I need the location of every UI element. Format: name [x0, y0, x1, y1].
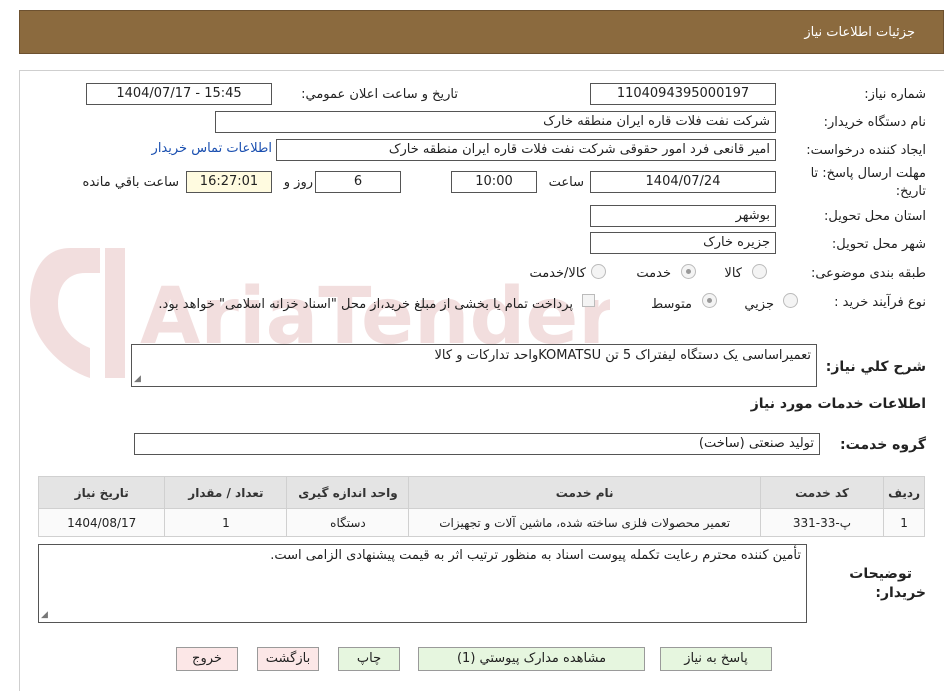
col-qty-header: تعداد / مقدار — [164, 476, 288, 509]
exit-button[interactable]: خروج — [176, 647, 238, 671]
process-radio-medium[interactable] — [702, 293, 717, 308]
service-group-label: گروه خدمت: — [840, 437, 926, 453]
category-option-goods: کالا — [724, 266, 742, 281]
page-header: جزئیات اطلاعات نیاز — [19, 10, 944, 54]
attachments-button[interactable]: مشاهده مدارک پیوستي (1) — [418, 647, 645, 671]
need-number-field: 1104094395000197 — [590, 83, 776, 105]
city-label: شهر محل تحویل: — [831, 237, 926, 252]
buyer-contact-link[interactable]: اطلاعات تماس خریدار — [152, 141, 272, 156]
resize-grip-icon[interactable]: ◢ — [41, 610, 48, 620]
deadline-label: مهلت ارسال پاسخ: تا — [810, 166, 926, 181]
cell-date: 1404/08/17 — [37, 508, 166, 537]
treasury-checkbox[interactable] — [582, 294, 595, 307]
province-label: استان محل تحویل: — [824, 209, 926, 224]
need-number-label: شماره نیاز: — [864, 87, 926, 102]
category-radio-service[interactable] — [681, 264, 696, 279]
remaining-time-field: 16:27:01 — [186, 171, 272, 193]
reply-button[interactable]: پاسخ به نیاز — [660, 647, 772, 671]
cell-code: پ-33-331 — [759, 508, 885, 537]
summary-textarea[interactable]: تعمیراساسی یک دستگاه لیفتراک 5 تن KOMATS… — [131, 344, 817, 387]
buyer-notes-label-2: خریدار: — [875, 585, 926, 601]
col-name-header: نام خدمت — [408, 476, 761, 509]
deadline-date-field: 1404/07/24 — [590, 171, 776, 193]
services-table: ردیف کد خدمت نام خدمت واحد اندازه گیری ت… — [37, 476, 925, 537]
process-label: نوع فرآیند خرید : — [834, 295, 926, 310]
buyer-notes-textarea[interactable]: تأمین کننده محترم رعایت تکمله پیوست اسنا… — [38, 544, 807, 623]
requester-field: امیر قانعی فرد امور حقوقی شرکت نفت فلات … — [276, 139, 776, 161]
buyer-org-label: نام دستگاه خریدار: — [823, 115, 926, 130]
deadline-label-date: تاریخ: — [895, 184, 926, 199]
announce-date-field: 1404/07/17 - 15:45 — [86, 83, 272, 105]
summary-text: تعمیراساسی یک دستگاه لیفتراک 5 تن KOMATS… — [434, 348, 811, 363]
buyer-org-field: شرکت نفت فلات قاره ایران منطقه خارک — [215, 111, 776, 133]
days-field: 6 — [315, 171, 401, 193]
province-field: بوشهر — [590, 205, 776, 227]
buyer-notes-label: توضیحات — [849, 566, 912, 582]
col-code-header: کد خدمت — [759, 476, 885, 509]
services-title: اطلاعات خدمات مورد نیاز — [750, 396, 926, 412]
cell-name: تعمیر محصولات فلزی ساخته شده، ماشین آلات… — [408, 508, 761, 537]
category-label: طبقه بندی موضوعی: — [810, 266, 926, 281]
category-radio-goods[interactable] — [752, 264, 767, 279]
cell-row: 1 — [883, 508, 925, 537]
deadline-time-field: 10:00 — [451, 171, 537, 193]
payment-note: پرداخت تمام یا بخشی از مبلغ خرید،از محل … — [158, 297, 573, 312]
resize-grip-icon[interactable]: ◢ — [134, 374, 141, 384]
announce-label: تاریخ و ساعت اعلان عمومي: — [301, 87, 458, 102]
remaining-word: ساعت باقي مانده — [82, 175, 179, 190]
summary-label: شرح کلي نیاز: — [825, 359, 926, 375]
service-group-field: تولید صنعتی (ساخت) — [134, 433, 820, 455]
city-field: جزیره خارک — [590, 232, 776, 254]
days-word: روز و — [283, 175, 313, 190]
print-button[interactable]: چاپ — [338, 647, 400, 671]
category-radio-goods-service[interactable] — [591, 264, 606, 279]
buyer-notes-text: تأمین کننده محترم رعایت تکمله پیوست اسنا… — [270, 548, 801, 563]
category-option-goods-service: کالا/خدمت — [529, 266, 586, 281]
deadline-time-word: ساعت — [548, 175, 584, 190]
col-row-header: ردیف — [883, 476, 925, 509]
table-row: 1 پ-33-331 تعمیر محصولات فلزی ساخته شده،… — [37, 508, 925, 537]
col-date-header: تاریخ نیاز — [37, 476, 166, 509]
back-button[interactable]: بازگشت — [257, 647, 319, 671]
col-unit-header: واحد اندازه گیری — [286, 476, 410, 509]
process-option-medium: متوسط — [651, 297, 692, 312]
process-option-small: جزيي — [744, 297, 774, 312]
requester-label: ایجاد کننده درخواست: — [806, 143, 926, 158]
process-radio-small[interactable] — [783, 293, 798, 308]
category-option-service: خدمت — [636, 266, 671, 281]
page-title: جزئیات اطلاعات نیاز — [804, 25, 915, 40]
table-header-row: ردیف کد خدمت نام خدمت واحد اندازه گیری ت… — [37, 476, 925, 509]
cell-unit: دستگاه — [286, 508, 410, 537]
cell-qty: 1 — [164, 508, 288, 537]
